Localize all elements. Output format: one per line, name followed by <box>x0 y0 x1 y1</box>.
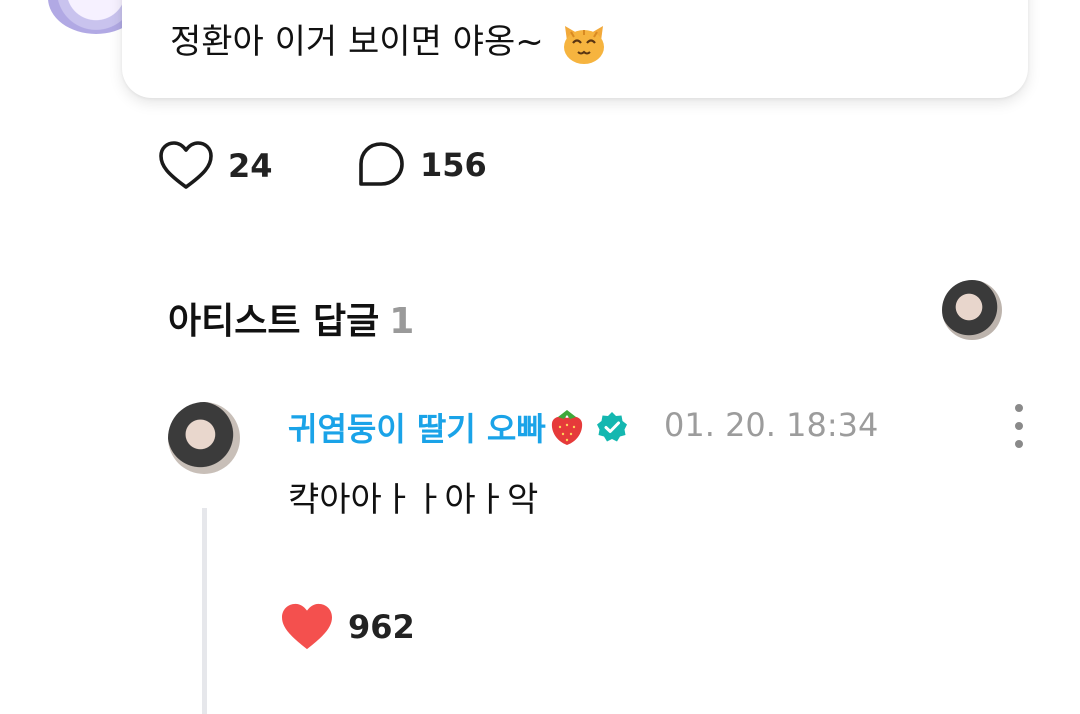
more-dot-icon <box>1015 422 1023 430</box>
reply-like-button[interactable]: 962 <box>280 602 415 652</box>
comment-count: 156 <box>420 146 487 184</box>
smiling-cat-emoji-icon <box>561 23 607 65</box>
reply-author-avatar[interactable] <box>168 402 240 474</box>
artist-replies-count: 1 <box>389 301 415 342</box>
verified-badge-icon <box>596 411 628 443</box>
post-text: 정환아 이거 보이면 야옹~ <box>170 22 544 62</box>
strawberry-emoji-icon <box>548 407 586 447</box>
artist-replies-title: 아티스트 답글 <box>168 301 380 342</box>
post-bubble: 정환아 이거 보이면 야옹~ <box>122 0 1028 98</box>
more-dot-icon <box>1015 440 1023 448</box>
like-button[interactable]: 24 <box>158 140 273 192</box>
heart-outline-icon <box>158 140 214 192</box>
comment-button[interactable]: 156 <box>356 140 487 190</box>
thread-line <box>202 508 207 714</box>
heart-filled-icon <box>280 602 334 652</box>
more-options-button[interactable] <box>1004 404 1034 448</box>
reply-timestamp: 01. 20. 18:34 <box>664 406 879 444</box>
reply-text: 캭아아ㅏㅏ아ㅏ악 <box>288 480 539 520</box>
artist-replies-header: 아티스트 답글 1 <box>168 292 414 344</box>
more-dot-icon <box>1015 404 1023 412</box>
reply-author[interactable]: 귀염둥이 딸기 오빠 <box>288 404 628 450</box>
comment-bubble-icon <box>356 140 406 190</box>
like-count: 24 <box>228 147 273 185</box>
reply-like-count: 962 <box>348 608 415 646</box>
artist-avatar[interactable] <box>942 280 1002 340</box>
post-text-line: 정환아 이거 보이면 야옹~ <box>170 14 607 65</box>
reply-author-name: 귀염둥이 딸기 오빠 <box>288 410 546 448</box>
